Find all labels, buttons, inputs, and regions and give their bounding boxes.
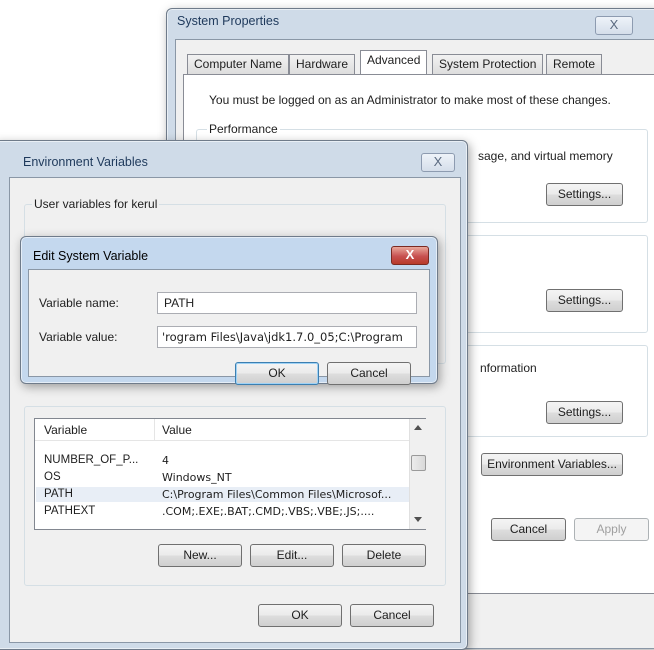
variable-name-field[interactable]: PATH bbox=[157, 292, 417, 314]
edit-ok-button[interactable]: OK bbox=[235, 362, 319, 385]
scroll-thumb[interactable] bbox=[411, 455, 426, 471]
environment-ok-button[interactable]: OK bbox=[258, 604, 342, 627]
tab-system-protection[interactable]: System Protection bbox=[432, 54, 544, 75]
tab-computer-name[interactable]: Computer Name bbox=[187, 54, 290, 75]
startup-recovery-settings-button[interactable]: Settings... bbox=[546, 401, 623, 424]
column-header-variable[interactable]: Variable bbox=[44, 423, 87, 437]
edit-dialog-client: Variable name: PATH Variable value: 'rog… bbox=[28, 269, 430, 385]
performance-settings-button[interactable]: Settings... bbox=[546, 183, 623, 206]
close-icon: X bbox=[609, 17, 619, 32]
tab-remote[interactable]: Remote bbox=[546, 54, 603, 75]
environment-variables-title: Environment Variables bbox=[23, 155, 148, 169]
startup-recovery-description: nformation bbox=[480, 361, 537, 375]
variable-value-label: Variable value: bbox=[39, 330, 118, 344]
table-row[interactable]: NUMBER_OF_P... 4 bbox=[36, 453, 410, 468]
edit-dialog-close-button[interactable]: X bbox=[391, 246, 429, 265]
environment-variables-window: Environment Variables X User variables f… bbox=[0, 140, 468, 650]
list-scrollbar[interactable] bbox=[409, 419, 426, 529]
edit-variable-button[interactable]: Edit... bbox=[250, 544, 334, 567]
user-profiles-settings-button[interactable]: Settings... bbox=[546, 289, 623, 312]
tab-advanced[interactable]: Advanced bbox=[360, 50, 428, 74]
performance-group-label: Performance bbox=[207, 122, 280, 136]
edit-cancel-button[interactable]: Cancel bbox=[327, 362, 411, 385]
edit-system-variable-dialog: Edit System Variable X Variable name: PA… bbox=[20, 236, 438, 385]
variable-value-field[interactable]: 'rogram Files\Java\jdk1.7.0_05;C:\Progra… bbox=[157, 326, 417, 348]
variable-name-label: Variable name: bbox=[39, 296, 119, 310]
environment-variables-close-button[interactable]: X bbox=[421, 153, 455, 172]
scroll-down-icon[interactable] bbox=[414, 517, 422, 522]
system-properties-title: System Properties bbox=[177, 14, 280, 28]
delete-variable-button[interactable]: Delete bbox=[342, 544, 426, 567]
system-properties-close-button[interactable]: X bbox=[595, 16, 633, 35]
admin-notice: You must be logged on as an Administrato… bbox=[209, 93, 611, 107]
table-row[interactable]: OS Windows_NT bbox=[36, 470, 410, 485]
edit-dialog-title: Edit System Variable bbox=[33, 249, 149, 263]
list-header: Variable Value bbox=[35, 419, 409, 441]
system-properties-cancel-button[interactable]: Cancel bbox=[491, 518, 566, 541]
system-properties-apply-button[interactable]: Apply bbox=[574, 518, 649, 541]
tab-hardware[interactable]: Hardware bbox=[289, 54, 356, 75]
table-row[interactable]: PATH C:\Program Files\Common Files\Micro… bbox=[36, 487, 410, 502]
user-variables-group-label: User variables for kerul bbox=[32, 197, 160, 211]
environment-variables-button[interactable]: Environment Variables... bbox=[481, 453, 623, 476]
close-icon: X bbox=[405, 247, 415, 262]
column-header-value[interactable]: Value bbox=[162, 423, 192, 437]
table-row[interactable]: PATHEXT .COM;.EXE;.BAT;.CMD;.VBS;.VBE;.J… bbox=[36, 504, 410, 519]
system-variables-list[interactable]: Variable Value NUMBER_OF_P... 4 OS Windo… bbox=[34, 418, 426, 530]
close-icon: X bbox=[433, 154, 443, 169]
environment-cancel-button[interactable]: Cancel bbox=[350, 604, 434, 627]
scroll-up-icon[interactable] bbox=[414, 425, 422, 430]
new-variable-button[interactable]: New... bbox=[158, 544, 242, 567]
performance-description: sage, and virtual memory bbox=[478, 149, 613, 163]
